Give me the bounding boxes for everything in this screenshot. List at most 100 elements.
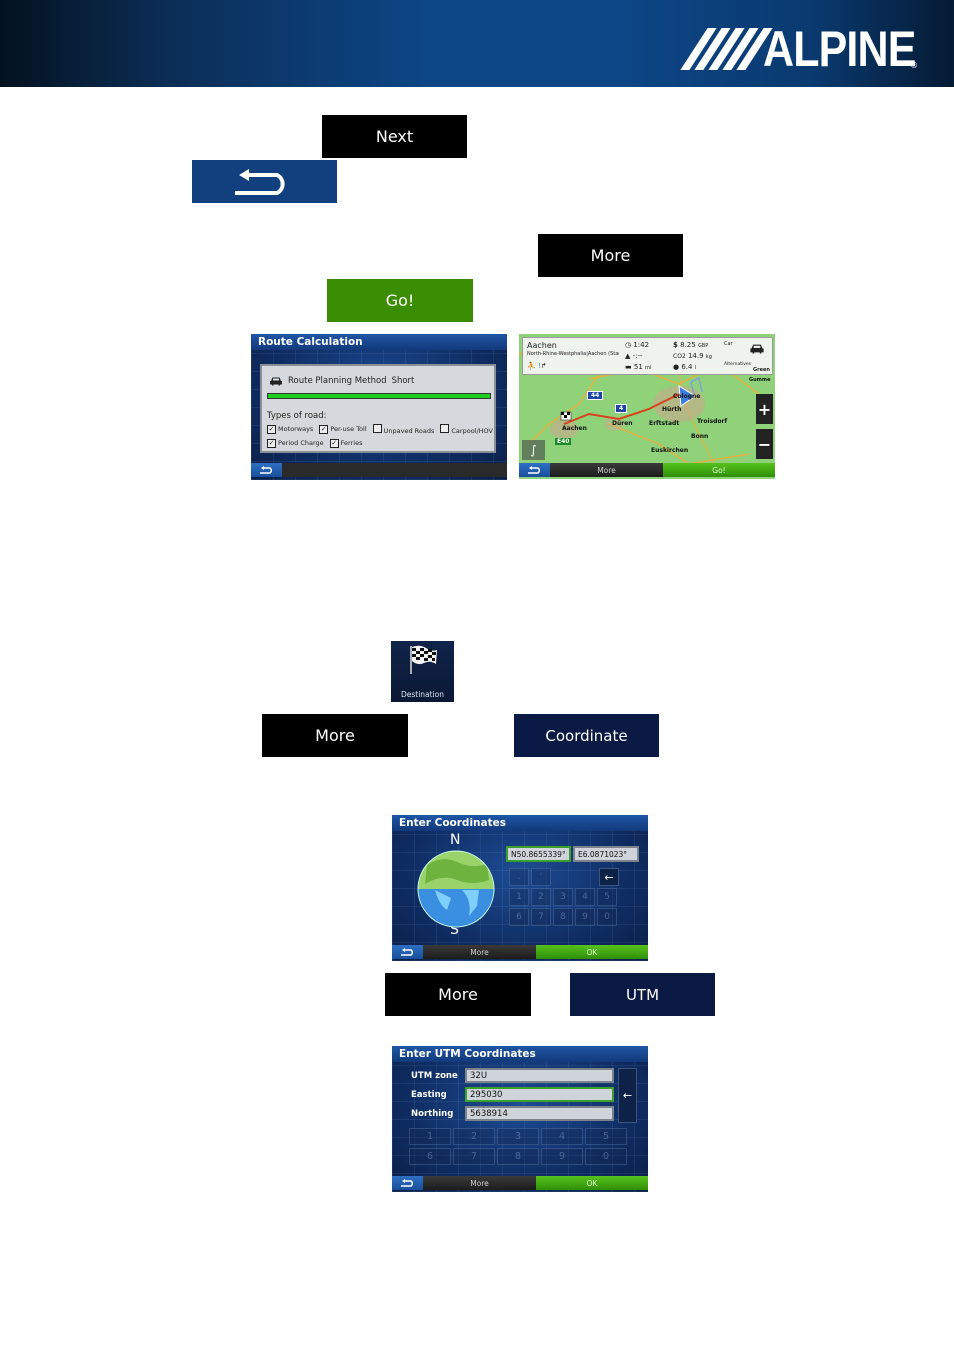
road-type-unpaved[interactable]: Unpaved Roads xyxy=(372,424,434,435)
coordinate-button[interactable]: Coordinate xyxy=(514,714,659,757)
zoom-in-button[interactable]: + xyxy=(756,394,773,424)
key[interactable]: 6 xyxy=(409,1148,451,1165)
map-label: Hürth xyxy=(662,406,682,413)
keypad-row-1: . ' xyxy=(509,868,551,886)
checkbox-unchecked[interactable] xyxy=(440,424,450,433)
map-label: Cologne xyxy=(673,393,701,400)
backspace-arrow-icon: ← xyxy=(622,1089,633,1102)
back-arrow-icon xyxy=(527,466,540,474)
road-types-row-2: ✓ Period Charge ✓ Ferries xyxy=(267,439,493,448)
go-button[interactable]: Go! xyxy=(327,279,473,322)
alternatives-value[interactable]: Green xyxy=(753,367,770,373)
more-button[interactable]: More xyxy=(385,973,531,1016)
destination-tile-button[interactable]: Destination xyxy=(391,641,454,702)
screen-back-button[interactable] xyxy=(519,463,550,477)
screen-back-button[interactable] xyxy=(392,945,423,959)
key[interactable]: 2 xyxy=(453,1128,495,1145)
road-icon: ▬ xyxy=(625,363,632,371)
back-arrow-icon xyxy=(259,466,272,474)
keypad-row-3: 6 7 8 9 0 xyxy=(509,908,617,926)
map-label: Troisdorf xyxy=(697,418,728,425)
key[interactable]: 2 xyxy=(531,888,551,906)
globe-icon[interactable] xyxy=(417,850,495,928)
utm-zone-field[interactable]: 32U xyxy=(465,1068,614,1083)
northing-field[interactable]: 5638914 xyxy=(465,1106,614,1121)
key[interactable]: 3 xyxy=(497,1128,539,1145)
key[interactable]: 4 xyxy=(541,1128,583,1145)
map-label: Gumme xyxy=(749,377,771,383)
key[interactable]: . xyxy=(509,868,529,886)
road-type-carpool[interactable]: Carpool/HOV xyxy=(440,424,493,435)
utm-zone-label: UTM zone xyxy=(411,1071,458,1081)
screen-back-button[interactable] xyxy=(392,1176,423,1190)
fuel-row: ● 6.4 l xyxy=(673,363,697,371)
key[interactable]: 5 xyxy=(597,888,617,906)
more-button[interactable]: More xyxy=(262,714,408,757)
destination-address: North-Rhine-Westphalia|Aachen (Stadt) | … xyxy=(527,351,619,357)
distance-row: ▬ 51 mi xyxy=(625,363,652,371)
bottom-bar: More OK xyxy=(392,1176,648,1190)
key[interactable]: 8 xyxy=(553,908,573,926)
key[interactable]: 6 xyxy=(509,908,529,926)
screen-more-button[interactable]: More xyxy=(423,1176,536,1190)
checkbox-checked[interactable]: ✓ xyxy=(319,425,329,434)
road-types: Types of road: ✓ Motorways ✓ Per-use Toll … xyxy=(267,411,493,448)
key[interactable]: ' xyxy=(531,868,551,886)
road-type-toll[interactable]: ✓ Per-use Toll xyxy=(319,425,367,434)
key[interactable]: 0 xyxy=(597,908,617,926)
alternatives-label[interactable]: Alternatives xyxy=(724,362,751,367)
map-label: Erftstadt xyxy=(649,420,680,427)
keypad-row-2: 1 2 3 4 5 xyxy=(509,888,617,906)
keypad-row-2: 6 7 8 9 0 xyxy=(409,1148,627,1165)
key[interactable]: 7 xyxy=(453,1148,495,1165)
cost-row: $ 8.25 GBP xyxy=(673,341,709,349)
key[interactable]: 7 xyxy=(531,908,551,926)
key[interactable]: 1 xyxy=(409,1128,451,1145)
back-button[interactable] xyxy=(192,160,337,203)
route-calculation-screenshot: Route Calculation Route Planning Method … xyxy=(251,334,507,480)
easting-field[interactable]: 295030 xyxy=(465,1087,614,1102)
utm-button[interactable]: UTM xyxy=(570,973,715,1016)
logo-text: ALPINE xyxy=(762,21,916,77)
enter-utm-screenshot: Enter UTM Coordinates UTM zone 32U Easti… xyxy=(392,1046,648,1192)
road-type-period-charge[interactable]: ✓ Period Charge xyxy=(267,439,324,448)
car-icon xyxy=(270,377,282,386)
alpine-logo: ALPINE ® xyxy=(680,21,918,77)
key[interactable]: 9 xyxy=(575,908,595,926)
longitude-field[interactable]: E6.0871023° xyxy=(573,846,639,862)
route-overview-button[interactable]: ∫ xyxy=(522,440,545,460)
key[interactable]: 3 xyxy=(553,888,573,906)
checkbox-checked[interactable]: ✓ xyxy=(329,439,339,448)
north-label: N xyxy=(450,832,461,848)
key[interactable]: 0 xyxy=(585,1148,627,1165)
checkbox-unchecked[interactable] xyxy=(372,424,382,433)
screen-back-button[interactable] xyxy=(251,463,282,477)
zoom-out-button[interactable]: − xyxy=(756,429,773,459)
road-type-motorways[interactable]: ✓ Motorways xyxy=(267,425,313,434)
screen-ok-button[interactable]: OK xyxy=(536,945,648,959)
checkbox-checked[interactable]: ✓ xyxy=(267,439,276,448)
latitude-field[interactable]: N50.8655339° xyxy=(506,846,571,862)
key[interactable]: 8 xyxy=(497,1148,539,1165)
car-icon xyxy=(750,344,764,354)
easting-label: Easting xyxy=(411,1090,447,1100)
road-type-ferries[interactable]: ✓ Ferries xyxy=(329,439,362,448)
key[interactable]: 9 xyxy=(541,1148,583,1165)
more-button[interactable]: More xyxy=(538,234,683,277)
screen-more-button[interactable]: More xyxy=(550,463,663,477)
next-button[interactable]: Next xyxy=(322,115,467,158)
key[interactable]: 4 xyxy=(575,888,595,906)
route-info-panel: Aachen North-Rhine-Westphalia|Aachen (St… xyxy=(522,337,773,375)
backspace-button[interactable]: ← xyxy=(618,1068,637,1123)
key[interactable]: 5 xyxy=(585,1128,627,1145)
checkbox-checked[interactable]: ✓ xyxy=(267,425,276,434)
screen-go-button[interactable]: Go! xyxy=(663,463,775,477)
traffic-warning-icon: ▲ xyxy=(625,352,631,360)
route-calc-panel: Route Planning Method Short Types of roa… xyxy=(260,364,496,453)
screen-more-button[interactable]: More xyxy=(423,945,536,959)
screen-ok-button[interactable]: OK xyxy=(536,1176,648,1190)
key[interactable]: 1 xyxy=(509,888,529,906)
route-restriction-icons: ⛹ !↱ xyxy=(527,362,547,370)
backspace-button[interactable]: ← xyxy=(599,868,619,886)
map-label: Aachen xyxy=(562,425,587,432)
